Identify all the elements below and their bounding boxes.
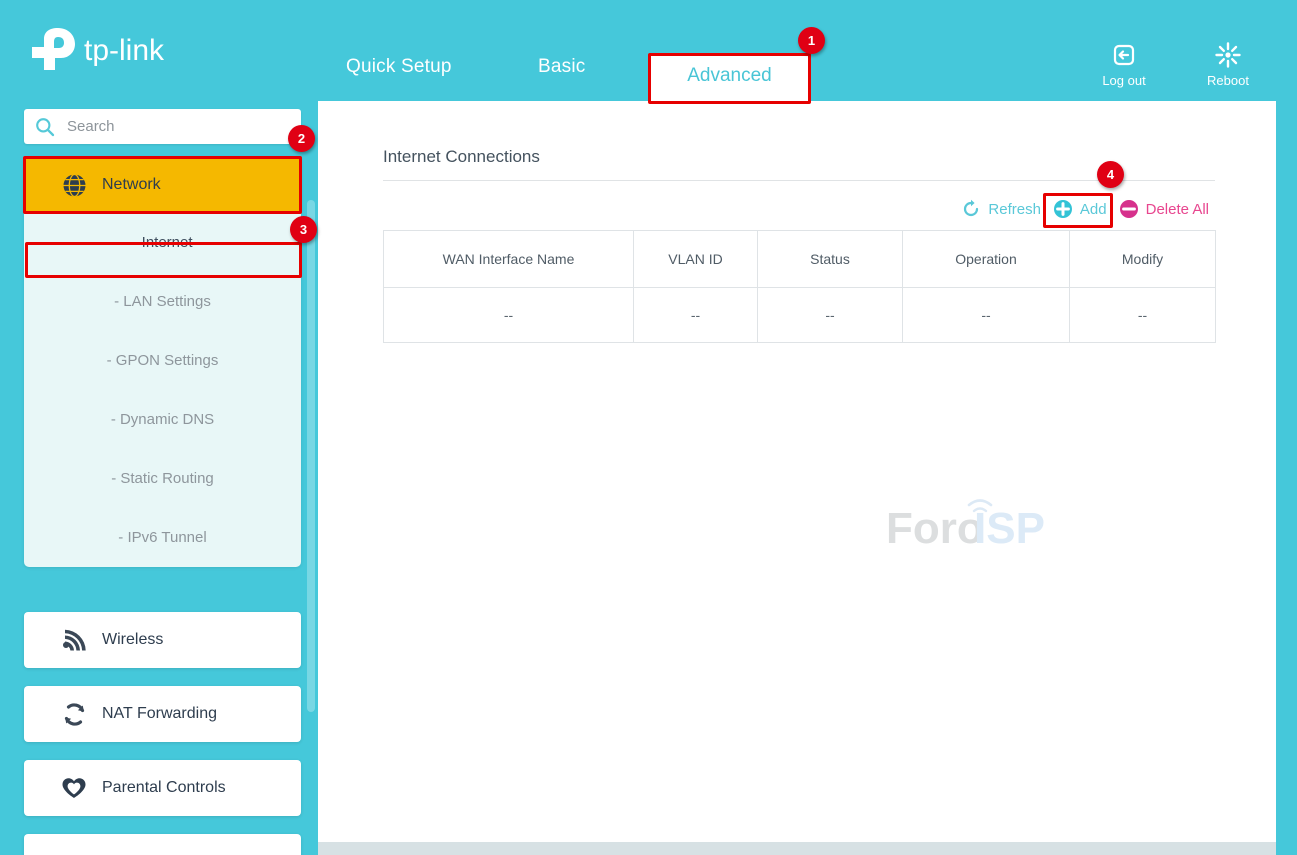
logout-button[interactable]: Log out [1093,40,1155,88]
sidebar-item-parental-controls-label: Parental Controls [102,779,226,797]
tp-link-logo: tp-link [28,26,208,74]
cell-operation: -- [903,288,1070,343]
sidebar-subitem-lan-settings[interactable]: - LAN Settings [24,272,301,331]
sidebar-item-wireless[interactable]: Wireless [24,612,301,668]
page-header: tp-link Quick Setup Basic Advanced Log o… [0,0,1297,101]
right-teal-strip [1276,101,1297,855]
logout-icon [1111,40,1137,70]
sidebar-subitem-internet[interactable]: - Internet [24,213,301,272]
network-submenu: - Internet - LAN Settings - GPON Setting… [24,213,301,567]
delete-all-button[interactable]: Delete All [1113,197,1215,221]
col-wan-interface-name: WAN Interface Name [384,231,634,288]
reboot-button[interactable]: Reboot [1197,40,1259,88]
globe-icon [52,173,96,198]
sidebar-item-nat-forwarding[interactable]: NAT Forwarding [24,686,301,742]
cell-modify: -- [1070,288,1216,343]
tab-basic[interactable]: Basic [538,56,585,78]
svg-text:ISP: ISP [974,504,1045,553]
plus-circle-icon [1053,199,1073,219]
sidebar-scrollbar-thumb[interactable] [307,200,315,712]
header-actions: Log out [1093,40,1259,88]
cell-status: -- [758,288,903,343]
col-modify: Modify [1070,231,1216,288]
col-status: Status [758,231,903,288]
search-box[interactable] [24,109,301,144]
add-label: Add [1080,201,1107,218]
svg-text:tp-link: tp-link [84,34,165,67]
sidebar-subitem-ipv6-tunnel[interactable]: - IPv6 Tunnel [24,508,301,567]
col-vlan-id: VLAN ID [634,231,758,288]
internet-connections-table: WAN Interface Name VLAN ID Status Operat… [383,230,1216,343]
sidebar-item-network[interactable]: Network [24,157,301,213]
delete-all-label: Delete All [1146,201,1209,218]
wifi-signal-icon [52,628,96,653]
add-button[interactable]: Add [1047,197,1113,221]
sidebar-item-parental-controls[interactable]: Parental Controls [24,760,301,816]
tab-quick-setup[interactable]: Quick Setup [346,56,452,78]
cell-vlan-id: -- [634,288,758,343]
router-admin-page: tp-link Quick Setup Basic Advanced Log o… [0,0,1297,855]
minus-circle-icon [1119,199,1139,219]
sidebar-item-next-partial[interactable] [24,834,301,855]
heart-icon [52,776,96,801]
search-icon [35,116,61,138]
table-toolbar: Refresh Add Delete All [955,197,1215,221]
refresh-button[interactable]: Refresh [955,197,1047,221]
sidebar-subitem-dynamic-dns[interactable]: - Dynamic DNS [24,390,301,449]
sidebar-item-network-label: Network [102,176,161,194]
page-title: Internet Connections [383,147,540,167]
sidebar-item-nat-forwarding-label: NAT Forwarding [102,705,217,723]
logout-label: Log out [1102,73,1145,88]
search-input[interactable] [61,118,276,135]
cell-wan-interface-name: -- [384,288,634,343]
refresh-icon [961,199,981,219]
horizontal-scrollbar-track[interactable] [318,842,1276,855]
sidebar: Network - Internet - LAN Settings - GPON… [0,101,318,855]
sidebar-scrollbar-track[interactable] [306,101,315,855]
sidebar-item-wireless-label: Wireless [102,631,163,649]
reboot-icon [1214,40,1242,70]
table-row: -- -- -- -- -- [384,288,1216,343]
horizontal-scrollbar-thumb[interactable] [318,842,1276,855]
table-header-row: WAN Interface Name VLAN ID Status Operat… [384,231,1216,288]
foroisp-watermark: Foro ISP [886,493,1046,555]
col-operation: Operation [903,231,1070,288]
tab-advanced[interactable]: Advanced [648,56,811,101]
title-divider [383,180,1215,181]
refresh-label: Refresh [988,201,1041,218]
main-content-panel: Internet Connections Refresh [318,101,1276,842]
nat-forwarding-icon [52,702,96,727]
tab-advanced-label: Advanced [687,65,772,87]
sidebar-subitem-gpon-settings[interactable]: - GPON Settings [24,331,301,390]
reboot-label: Reboot [1207,73,1249,88]
svg-text:Foro: Foro [886,504,984,553]
sidebar-subitem-static-routing[interactable]: - Static Routing [24,449,301,508]
